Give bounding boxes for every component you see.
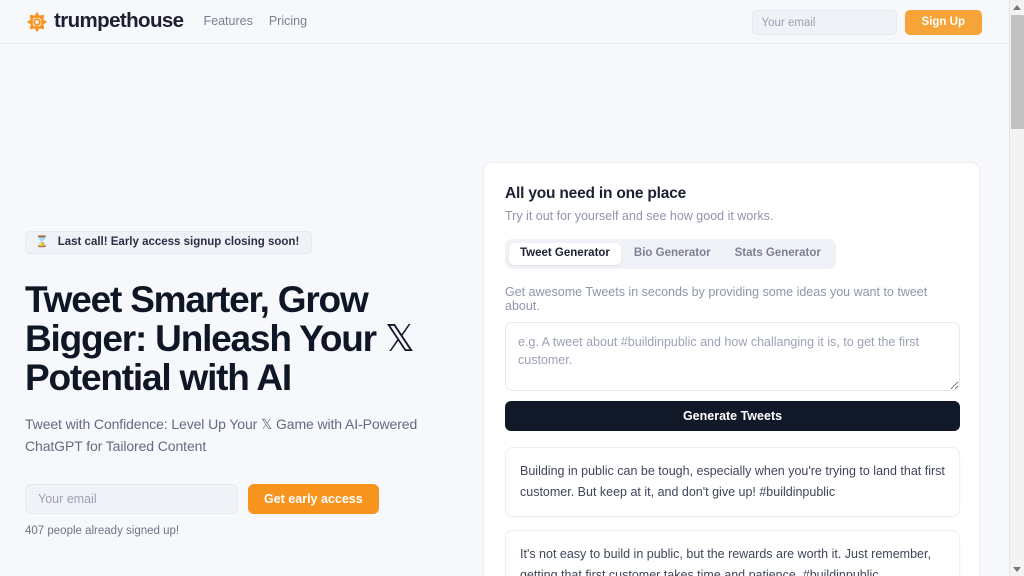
- result-text: It's not easy to build in public, but th…: [520, 547, 931, 576]
- hero-signup-form: Get early access: [25, 484, 475, 514]
- result-card[interactable]: It's not easy to build in public, but th…: [505, 530, 960, 576]
- nav-link-features[interactable]: Features: [203, 15, 252, 28]
- generator-tabs: Tweet Generator Bio Generator Stats Gene…: [505, 239, 836, 269]
- tweet-idea-textarea[interactable]: [505, 322, 960, 391]
- tab-stats-generator[interactable]: Stats Generator: [724, 243, 832, 265]
- generated-results-list: Building in public can be tough, especia…: [505, 447, 960, 576]
- demo-title: All you need in one place: [505, 185, 687, 202]
- tab-bio-generator[interactable]: Bio Generator: [623, 243, 722, 265]
- tab-tweet-generator[interactable]: Tweet Generator: [509, 243, 621, 265]
- nav-link-pricing[interactable]: Pricing: [269, 15, 307, 28]
- browser-viewport: trumpethouse Features Pricing Sign Up ⌛ …: [0, 0, 1009, 576]
- generate-tweets-button[interactable]: Generate Tweets: [505, 401, 960, 431]
- header-email-input[interactable]: [751, 10, 897, 35]
- result-text: Building in public can be tough, especia…: [520, 464, 945, 499]
- signup-button[interactable]: Sign Up: [904, 10, 982, 35]
- hero-title-line1: Tweet Smarter, Grow: [25, 279, 369, 320]
- brand-name: trumpethouse: [54, 9, 184, 33]
- demo-subtitle: Try it out for yourself and see how good…: [505, 209, 774, 223]
- hourglass-icon: ⌛: [35, 236, 49, 248]
- demo-card: All you need in one place Try it out for…: [483, 162, 980, 576]
- result-card[interactable]: Building in public can be tough, especia…: [505, 447, 960, 517]
- hero-subtitle: Tweet with Confidence: Level Up Your 𝕏 G…: [25, 416, 418, 454]
- x-logo-icon: 𝕏: [384, 318, 415, 359]
- main-nav: Features Pricing: [203, 15, 307, 28]
- hero-section: ⌛ Last call! Early access signup closing…: [25, 231, 475, 537]
- hero-title: Tweet Smarter, Grow Bigger: Unleash Your …: [25, 280, 465, 397]
- generator-hint: Get awesome Tweets in seconds by providi…: [505, 285, 928, 313]
- brand-logo[interactable]: trumpethouse: [26, 9, 184, 33]
- flower-logo-icon: [27, 11, 47, 32]
- main-content: ⌛ Last call! Early access signup closing…: [0, 44, 1009, 576]
- scroll-down-arrow-icon[interactable]: [1010, 562, 1024, 576]
- scrollbar-thumb[interactable]: [1011, 15, 1024, 129]
- hero-title-line3: Potential with AI: [25, 357, 292, 398]
- page-scrollbar[interactable]: [1009, 0, 1024, 576]
- scroll-up-arrow-icon[interactable]: [1010, 0, 1024, 14]
- hero-email-input[interactable]: [25, 484, 238, 514]
- early-access-badge-text: Last call! Early access signup closing s…: [57, 235, 300, 248]
- site-header: trumpethouse Features Pricing Sign Up: [0, 0, 1009, 44]
- header-signup-form: Sign Up: [751, 10, 982, 35]
- social-proof-text: 407 people already signed up!: [25, 525, 180, 537]
- get-early-access-button[interactable]: Get early access: [248, 484, 379, 514]
- hero-title-line2: Bigger: Unleash Your: [25, 318, 385, 359]
- early-access-badge: ⌛ Last call! Early access signup closing…: [25, 231, 313, 254]
